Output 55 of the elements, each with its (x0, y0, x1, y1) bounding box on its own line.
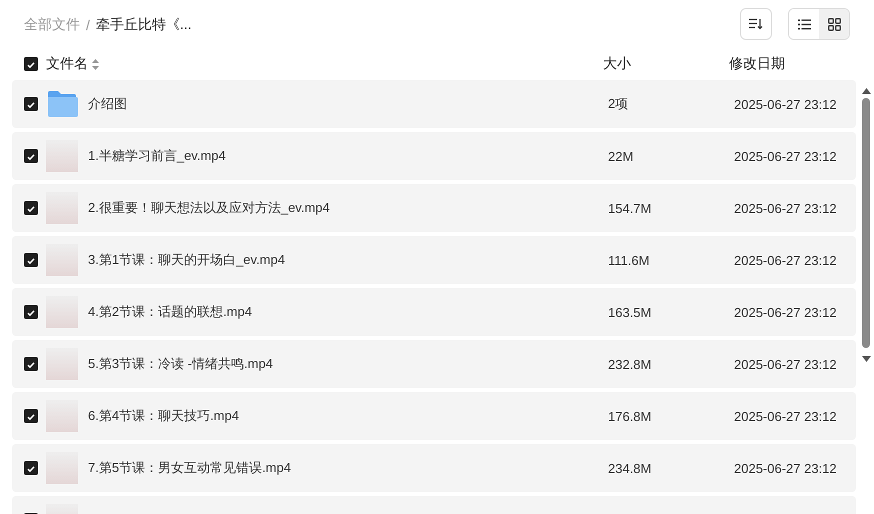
checkbox[interactable] (24, 305, 38, 319)
sort-arrows-icon[interactable] (92, 58, 99, 70)
video-thumbnail (46, 192, 78, 224)
checkbox[interactable] (24, 201, 38, 215)
video-thumbnail (46, 296, 78, 328)
modified-date: 2025-06-27 23:12 (734, 96, 837, 112)
video-thumbnail (46, 348, 78, 380)
file-size: 176.8M (608, 408, 652, 424)
modified-date: 2025-06-27 23:12 (734, 148, 837, 164)
checkbox[interactable] (24, 357, 38, 371)
file-name[interactable]: 2.很重要！聊天想法以及应对方法_ev.mp4 (88, 199, 608, 217)
file-size: 154.7M (608, 200, 652, 216)
list-view-icon (798, 18, 810, 30)
file-name[interactable]: 5.第3节课：冷读 -情绪共鸣.mp4 (88, 355, 608, 373)
column-header[interactable]: 文件名 (46, 55, 88, 73)
column-header[interactable]: 修改日期 (729, 55, 785, 73)
file-size: 232.8M (608, 356, 652, 372)
modified-date: 2025-06-27 23:12 (734, 408, 837, 424)
video-thumbnail (46, 400, 78, 432)
scrollbar-thumb[interactable] (862, 98, 870, 348)
file-size: 2项 (608, 95, 630, 113)
file-size: 234.8M (608, 460, 652, 476)
grid-view-icon (828, 18, 840, 30)
modified-date: 2025-06-27 23:12 (734, 304, 837, 320)
video-thumbnail (46, 244, 78, 276)
checkbox[interactable] (24, 253, 38, 267)
file-name[interactable]: 4.第2节课：话题的联想.mp4 (88, 303, 608, 321)
file-size: 22M (608, 148, 634, 164)
modified-date: 2025-06-27 23:12 (734, 460, 837, 476)
video-thumbnail (46, 452, 78, 484)
modified-date: 2025-06-27 23:12 (734, 200, 837, 216)
checkbox[interactable] (24, 97, 38, 111)
checkbox[interactable] (24, 409, 38, 423)
scroll-up-icon[interactable] (862, 88, 870, 94)
checkbox[interactable] (24, 461, 38, 475)
file-name[interactable]: 6.第4节课：聊天技巧.mp4 (88, 407, 608, 425)
grid-view-button[interactable] (819, 9, 849, 39)
file-size: 111.6M (608, 252, 650, 268)
modified-date: 2025-06-27 23:12 (734, 356, 837, 372)
breadcrumb-separator: / (86, 16, 90, 32)
scroll-down-icon[interactable] (862, 356, 870, 362)
checkbox[interactable] (24, 57, 38, 71)
file-name[interactable]: 7.第5节课：男女互动常见错误.mp4 (88, 459, 608, 477)
sort-button[interactable] (740, 8, 772, 40)
breadcrumb-item[interactable]: 牵手丘比特《... (96, 16, 192, 34)
file-name[interactable]: 1.半糖学习前言_ev.mp4 (88, 147, 608, 165)
file-name[interactable]: 介绍图 (88, 95, 608, 113)
file-size: 163.5M (608, 304, 652, 320)
file-name[interactable]: 3.第1节课：聊天的开场白_ev.mp4 (88, 251, 608, 269)
checkbox[interactable] (24, 149, 38, 163)
folder-icon (46, 90, 78, 118)
column-header[interactable]: 大小 (603, 55, 729, 73)
modified-date: 2025-06-27 23:12 (734, 252, 837, 268)
video-thumbnail (46, 140, 78, 172)
sort-icon (749, 18, 763, 30)
